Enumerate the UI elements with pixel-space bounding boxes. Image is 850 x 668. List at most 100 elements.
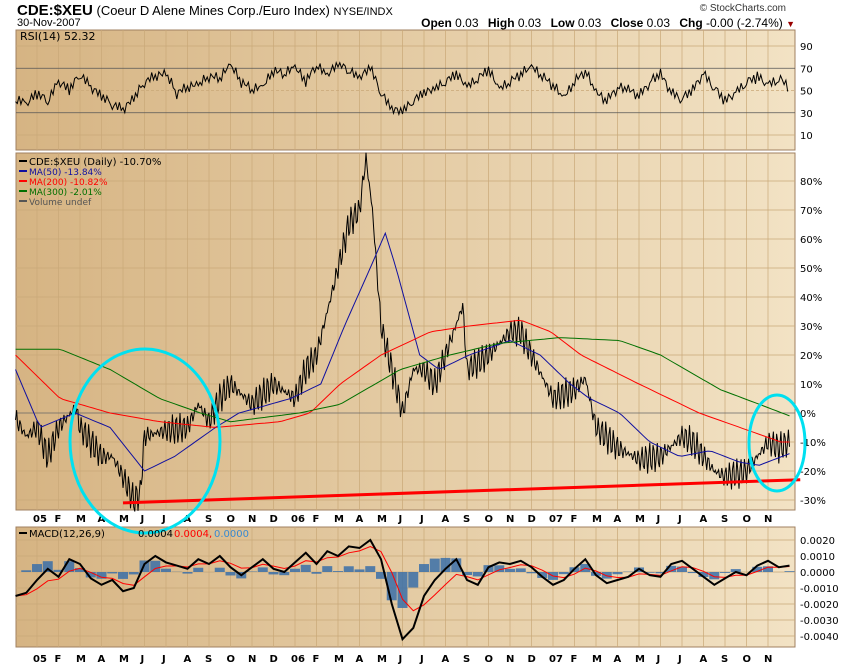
x-tick-label: N [248,514,256,525]
x-tick-label: A [442,514,450,525]
macd-tick-label: -0.0020 [800,600,839,611]
x-tick-label: M [377,514,387,525]
x-tick-label: A [614,654,622,665]
macd-tick-label: -0.0010 [800,584,839,595]
price-legend-item: MA(50) -13.84% [29,168,102,178]
x-tick-label: O [227,654,236,665]
x-tick-label: O [743,514,752,525]
x-tick-label: J [656,514,661,525]
macd-histogram-bar [322,566,333,572]
macd-histogram-bar [193,567,204,572]
x-tick-label: J [677,654,682,665]
x-tick-label: 05 [33,654,47,665]
macd-histogram-bar [365,566,376,572]
macd-histogram-bar [505,568,515,572]
macd-legend: MACD(12,26,9) [29,529,105,540]
macd-histogram-value: 0.0000 [214,529,249,540]
macd-histogram-bar [526,572,537,574]
price-legend-item: Volume undef [29,198,92,208]
price-tick-label: -30% [800,496,826,507]
x-tick-label: M [334,514,344,525]
macd-histogram-bar [419,564,429,572]
macd-histogram-bar [311,572,322,574]
macd-histogram-bar [161,568,171,572]
x-tick-label: J [419,514,424,525]
x-tick-label: N [764,514,772,525]
rsi-legend: RSI(14) 52.32 [20,30,95,43]
rsi-tick-label: 90 [800,42,813,53]
x-tick-label: F [571,514,578,525]
x-tick-label: J [140,514,145,525]
x-tick-label: M [635,654,645,665]
x-tick-label: S [721,514,728,525]
x-tick-label: J [161,514,166,525]
macd-histogram-bar [107,572,118,574]
x-tick-label: D [270,654,278,665]
price-legend-item: MA(300) -2.01% [29,188,102,198]
macd-histogram-bar [709,572,720,580]
x-tick-label: M [592,654,602,665]
x-tick-label: 07 [549,514,563,525]
x-tick-label: S [463,514,470,525]
x-tick-label: D [528,654,536,665]
macd-histogram-bar [225,572,236,576]
x-tick-label: F [313,514,320,525]
macd-histogram-bar [429,558,440,572]
x-tick-label: J [161,654,166,665]
macd-histogram-bar [257,567,268,572]
macd-histogram-bar [408,572,419,588]
macd-histogram-bar [128,572,139,575]
macd-histogram-bar [32,564,42,572]
price-legend-item: MA(200) -10.82% [29,178,108,188]
macd-histogram-bar [118,572,128,579]
macd-histogram-bar [182,572,193,574]
price-tick-label: 80% [800,177,822,188]
macd-histogram-bar [515,568,526,572]
x-tick-label: F [55,654,62,665]
macd-histogram-bar [472,572,483,577]
rsi-tick-label: 70 [800,64,813,75]
x-tick-label: A [356,654,364,665]
macd-tick-label: 0.0020 [800,536,835,547]
price-tick-label: 30% [800,322,822,333]
macd-histogram-bar [268,572,279,575]
x-tick-label: S [205,514,212,525]
macd-histogram-bar [300,564,311,572]
x-tick-label: 07 [549,654,563,665]
price-tick-label: -20% [800,467,826,478]
macd-histogram-bar [214,567,225,572]
macd-tick-label: 0.0010 [800,552,835,563]
macd-histogram-bar [290,568,300,572]
price-tick-label: 10% [800,380,822,391]
x-tick-label: O [485,654,494,665]
x-tick-label: J [677,514,682,525]
macd-histogram-bar [333,571,343,572]
price-tick-label: 70% [800,206,822,217]
x-tick-label: M [119,654,129,665]
x-tick-label: A [614,514,622,525]
macd-histogram-bar [354,569,365,572]
macd-histogram-bar [21,570,32,572]
price-tick-label: 20% [800,351,822,362]
x-tick-label: F [313,654,320,665]
x-tick-label: M [76,654,86,665]
x-tick-label: F [55,514,62,525]
x-tick-label: N [506,514,514,525]
x-tick-label: M [76,514,86,525]
x-tick-label: N [248,654,256,665]
x-tick-label: A [98,654,106,665]
x-tick-label: A [700,654,708,665]
stock-chart: CDE:$XEU (Coeur D Alene Mines Corp./Euro… [0,0,850,668]
macd-tick-label: -0.0030 [800,616,839,627]
x-tick-label: M [119,514,129,525]
macd-tick-label: 0.0000 [800,568,835,579]
x-tick-label: A [184,654,192,665]
macd-tick-label: -0.0040 [800,632,839,643]
panel-0 [15,29,796,151]
x-tick-label: O [227,514,236,525]
x-tick-label: M [377,654,387,665]
rsi-tick-label: 10 [800,131,813,142]
x-tick-label: N [506,654,514,665]
x-tick-label: 06 [291,654,305,665]
x-tick-label: S [205,654,212,665]
